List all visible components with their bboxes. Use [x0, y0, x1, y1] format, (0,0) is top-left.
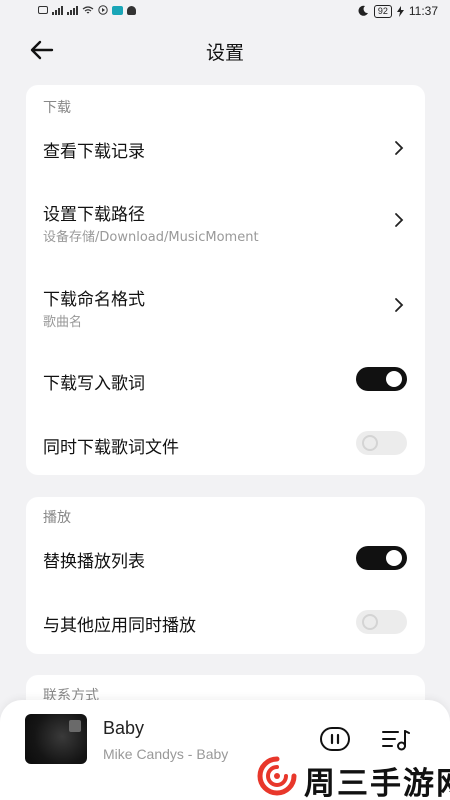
settings-row-write-lyrics: 下载写入歌词: [26, 357, 425, 401]
row-title: 查看下载记录: [43, 142, 145, 162]
moon-icon: [358, 5, 368, 16]
settings-row-replace-playlist: 替换播放列表: [26, 536, 425, 580]
play-icon: [98, 5, 108, 15]
section-label-playback: 播放: [43, 510, 71, 526]
chevron-right-icon: [395, 213, 404, 227]
song-title: Baby: [103, 718, 145, 738]
chevron-right-icon: [395, 141, 404, 155]
row-title: 同时下载歌词文件: [43, 438, 179, 458]
playlist-button[interactable]: [381, 728, 411, 752]
ghost-icon: [127, 5, 136, 15]
status-bar: 92 11:37: [0, 0, 450, 26]
song-artist: Mike Candys - Baby: [103, 746, 229, 762]
status-bar-left: [38, 5, 136, 15]
status-time: 11:37: [408, 4, 438, 18]
wifi-icon: [82, 5, 94, 13]
cover-logo-mark: [69, 720, 81, 732]
row-subtitle: 歌曲名: [43, 315, 83, 330]
app-icon: [112, 5, 123, 15]
toggle-knob: [362, 435, 378, 451]
settings-row-mix-playback: 与其他应用同时播放: [26, 600, 425, 644]
toggle-knob: [386, 550, 402, 566]
playlist-icon: [382, 730, 410, 751]
row-subtitle: 设备存储/Download/MusicMoment: [43, 230, 259, 245]
watermark: 周三手游网: [254, 756, 450, 800]
download-settings-card: 下载 查看下载记录 设置下载路径 设备存储/Download/MusicMome…: [26, 85, 425, 475]
row-title: 设置下载路径: [43, 205, 145, 225]
mix-playback-toggle[interactable]: [356, 610, 407, 634]
row-title: 下载写入歌词: [43, 374, 145, 394]
section-label-download: 下载: [43, 100, 71, 116]
watermark-logo-icon: [257, 756, 297, 796]
dual-sim-icon: [38, 6, 48, 14]
settings-row-lyrics-file: 同时下载歌词文件: [26, 421, 425, 465]
settings-row-naming-format[interactable]: 下载命名格式 歌曲名: [26, 275, 425, 335]
settings-row-download-history[interactable]: 查看下载记录: [26, 125, 425, 169]
status-bar-right: 92 11:37: [357, 4, 438, 18]
pause-play-icon: [320, 727, 350, 751]
watermark-text: 周三手游网: [304, 766, 450, 800]
toggle-knob: [362, 614, 378, 630]
row-title: 下载命名格式: [43, 290, 145, 310]
signal-4g-icon: [52, 5, 63, 15]
settings-row-download-path[interactable]: 设置下载路径 设备存储/Download/MusicMoment: [26, 190, 425, 250]
play-pause-button[interactable]: [319, 726, 351, 752]
charging-icon: [396, 5, 404, 17]
battery-indicator: 92: [373, 4, 392, 18]
chevron-right-icon: [395, 298, 404, 312]
row-title: 与其他应用同时播放: [43, 616, 196, 636]
page-title: 设置: [205, 42, 244, 64]
signal-4g-icon: [67, 5, 78, 15]
header: 设置: [0, 28, 450, 72]
write-lyrics-toggle[interactable]: [356, 367, 407, 391]
toggle-knob: [386, 371, 402, 387]
lyrics-file-toggle[interactable]: [356, 431, 407, 455]
row-title: 替换播放列表: [43, 552, 145, 572]
replace-playlist-toggle[interactable]: [356, 546, 407, 570]
album-cover[interactable]: [25, 714, 87, 764]
playback-settings-card: 播放 替换播放列表 与其他应用同时播放: [26, 497, 425, 654]
